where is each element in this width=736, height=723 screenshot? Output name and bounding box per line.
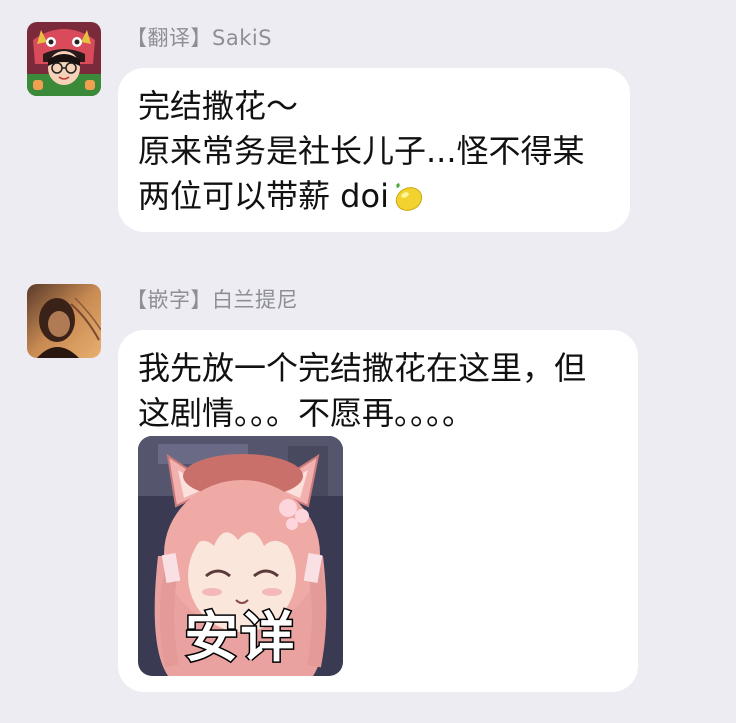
anime-catgirl-sticker[interactable]: 安详 <box>138 436 343 676</box>
sender-name[interactable]: 【嵌字】白兰提尼 <box>126 284 298 314</box>
dragon-costume-avatar-icon <box>27 22 101 96</box>
sunset-portrait-avatar-icon <box>27 284 101 358</box>
message-line: 这剧情。。。不愿再。。。。 <box>138 394 475 432</box>
message-line: 我先放一个完结撒花在这里，但 <box>138 349 587 387</box>
message-line-with-emoji: 两位可以带薪 doi <box>138 174 425 219</box>
message-line-text: 两位可以带薪 doi <box>138 177 389 215</box>
sender-name[interactable]: 【翻译】SakiS <box>126 22 272 52</box>
lemon-icon <box>395 183 423 211</box>
message-bubble[interactable]: 完结撒花～ 原来常务是社长儿子...怪不得某 两位可以带薪 doi <box>118 68 630 232</box>
sender-avatar-sakis[interactable] <box>27 22 101 96</box>
sender-avatar-bailantini[interactable] <box>27 284 101 358</box>
sticker-caption: 安详 <box>183 606 297 669</box>
message-line: 完结撒花～ <box>138 87 299 125</box>
message-bubble[interactable]: 我先放一个完结撒花在这里，但 这剧情。。。不愿再。。。。 安详 <box>118 330 638 692</box>
message-line: 原来常务是社长儿子...怪不得某 <box>138 132 585 170</box>
